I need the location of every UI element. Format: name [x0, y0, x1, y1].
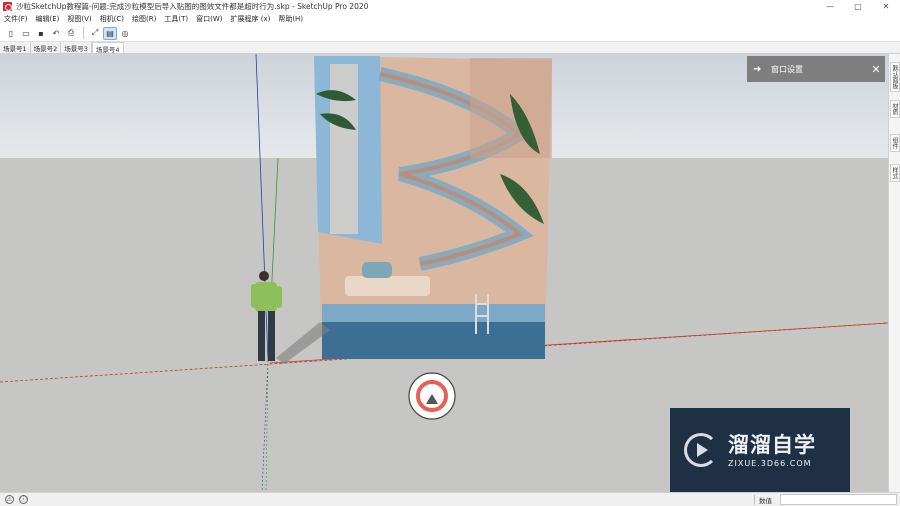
undo-icon[interactable]: ↶ [49, 27, 63, 40]
menu-help[interactable]: 帮助(H) [274, 14, 307, 24]
measurements-label: 数值 [754, 495, 776, 505]
play-logo-icon [684, 433, 718, 467]
close-button[interactable]: ✕ [872, 0, 900, 13]
person-figure[interactable] [251, 271, 330, 364]
minimize-button[interactable]: — [816, 0, 844, 13]
menu-draw[interactable]: 绘图(R) [128, 14, 160, 24]
menu-view[interactable]: 视图(V) [63, 14, 95, 24]
window-controls: — ▢ ✕ [816, 0, 900, 13]
standard-toolbar: ▯ ▭ ▪ ↶ ⎙ ⤢ ▤ ◎ [0, 25, 900, 42]
watermark-text: 溜溜自学 ZIXUE.3D66.COM [728, 432, 816, 468]
scene-icon[interactable]: ▤ [103, 26, 117, 40]
watermark-url: ZIXUE.3D66.COM [728, 459, 812, 468]
menu-extensions[interactable]: 扩展程序 (x) [226, 14, 274, 24]
sketchup-window: 沙粒SketchUp教程篇-问题:完成沙粒模型后导入贴图的图效文件都是超时行为.… [0, 0, 900, 506]
save-icon[interactable]: ▪ [34, 27, 48, 40]
panel-close-icon[interactable]: ✕ [867, 63, 885, 76]
title-bar: 沙粒SketchUp教程篇-问题:完成沙粒模型后导入贴图的图效文件都是超时行为.… [0, 0, 900, 13]
dock-tab-components[interactable]: 组件 [890, 134, 900, 152]
menu-bar: 文件(F) 编辑(E) 视图(V) 相机(C) 绘图(R) 工具(T) 窗口(W… [0, 13, 900, 25]
maximize-button[interactable]: ▢ [844, 0, 872, 13]
info-icon[interactable]: ⓘ [19, 495, 28, 504]
window-title: 沙粒SketchUp教程篇-问题:完成沙粒模型后导入贴图的图效文件都是超时行为.… [16, 2, 369, 11]
window-settings-panel[interactable]: ➜ 窗口设置 ✕ [747, 56, 885, 82]
scene-tab-1[interactable]: 场景号1 [0, 42, 31, 53]
watermark-brand: 溜溜自学 [728, 433, 816, 457]
style-icon[interactable]: ◎ [118, 27, 132, 40]
menu-file[interactable]: 文件(F) [0, 14, 32, 24]
menu-window[interactable]: 窗口(W) [192, 14, 226, 24]
scene-tab-2[interactable]: 场景号2 [31, 42, 62, 53]
dock-tab-default[interactable]: 默认面板 [890, 62, 900, 92]
green-axis-dashed [265, 359, 269, 492]
section-icon[interactable]: ⤢ [88, 27, 102, 40]
warning-icon[interactable]: ⚠ [5, 495, 14, 504]
orbit-cursor-icon [408, 372, 456, 420]
dock-tab-materials[interactable]: 材质 [890, 100, 900, 118]
panel-expand-arrow-icon[interactable]: ➜ [753, 64, 767, 75]
zixue-watermark-logo: 溜溜自学 ZIXUE.3D66.COM [670, 408, 850, 492]
toolbar-divider [83, 27, 84, 39]
sketchup-logo-icon [3, 2, 12, 11]
menu-edit[interactable]: 编辑(E) [32, 14, 64, 24]
blue-axis-dashed [261, 359, 269, 492]
print-icon[interactable]: ⎙ [64, 27, 78, 40]
menu-tools[interactable]: 工具(T) [160, 14, 192, 24]
menu-camera[interactable]: 相机(C) [96, 14, 128, 24]
panel-title: 窗口设置 [771, 64, 803, 74]
open-icon[interactable]: ▭ [19, 27, 33, 40]
imported-interior-image[interactable] [314, 56, 552, 359]
scene-tab-3[interactable]: 场景号3 [61, 42, 92, 53]
right-dock: 默认面板 材质 组件 样式 [888, 54, 900, 492]
dock-tab-styles[interactable]: 样式 [890, 164, 900, 182]
measurements-input[interactable] [780, 494, 897, 505]
scene-tab-4[interactable]: 场景号4 [91, 42, 124, 54]
status-bar: ⚠ ⓘ 数值 [0, 492, 900, 506]
new-icon[interactable]: ▯ [4, 27, 18, 40]
scene-tabs: 场景号1 场景号2 场景号3 场景号4 [0, 42, 900, 54]
